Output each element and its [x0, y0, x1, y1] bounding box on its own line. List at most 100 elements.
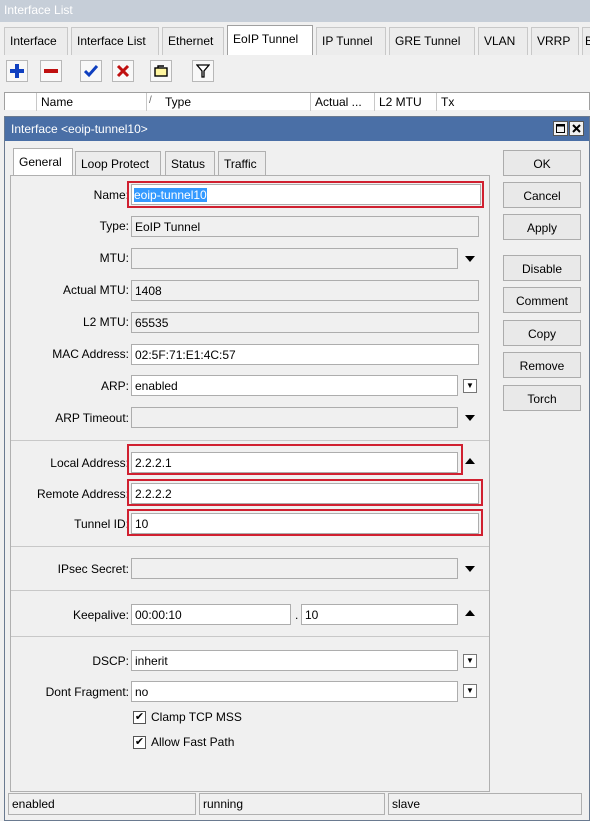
cancel-button[interactable]: Cancel [503, 182, 581, 208]
column-actual-mtu[interactable]: Actual ... [311, 93, 375, 111]
ipsec-secret-expand-icon[interactable] [465, 566, 475, 572]
dialog-title: Interface <eoip-tunnel10> [5, 117, 589, 141]
column-type[interactable]: Type [161, 93, 311, 111]
comment-button[interactable]: Comment [503, 287, 581, 313]
filter-button[interactable] [192, 60, 214, 82]
tab-ip-tunnel[interactable]: IP Tunnel [316, 27, 386, 55]
dscp-dropdown-icon[interactable]: ▼ [463, 654, 477, 668]
disable-icon [116, 64, 130, 78]
dscp-label: DSCP: [92, 654, 129, 668]
actual-mtu-field: 1408 [131, 280, 479, 301]
dont-fragment-label: Dont Fragment: [45, 685, 129, 699]
arp-select[interactable]: enabled [131, 375, 458, 396]
status-running: running [199, 793, 385, 815]
local-address-highlight-box [127, 444, 463, 475]
mtu-field[interactable] [131, 248, 458, 269]
keepalive-interval-field[interactable]: 00:00:10 [131, 604, 291, 625]
tab-general[interactable]: General [13, 148, 73, 176]
remote-address-highlight-box [127, 479, 483, 506]
maximize-button[interactable] [553, 121, 568, 136]
separator [11, 546, 489, 547]
keepalive-label: Keepalive: [72, 608, 129, 622]
comment-button[interactable] [150, 60, 172, 82]
type-label: Type: [99, 219, 129, 233]
tunnel-id-label: Tunnel ID: [74, 517, 129, 531]
column-l2-mtu[interactable]: L2 MTU [375, 93, 437, 111]
keepalive-collapse-icon[interactable] [465, 610, 475, 616]
dscp-select[interactable]: inherit [131, 650, 458, 671]
arp-timeout-expand-icon[interactable] [465, 415, 475, 421]
allow-fast-path-label: Allow Fast Path [151, 735, 235, 749]
column-header: Name / Type Actual ... L2 MTU Tx [4, 92, 590, 111]
interface-dialog: Interface <eoip-tunnel10> General Loop P… [4, 116, 590, 821]
add-icon [10, 64, 24, 78]
local-address-collapse-icon[interactable] [465, 458, 475, 464]
tab-loop-protect[interactable]: Loop Protect [75, 151, 161, 175]
l2-mtu-label: L2 MTU: [82, 315, 129, 329]
general-panel: Name: eoip-tunnel10 Type: EoIP Tunnel MT… [10, 175, 490, 792]
clamp-tcp-mss-label: Clamp TCP MSS [151, 710, 242, 724]
arp-timeout-field[interactable] [131, 407, 458, 428]
filter-icon [196, 64, 210, 78]
torch-button[interactable]: Torch [503, 385, 581, 411]
arp-timeout-label: ARP Timeout: [55, 411, 129, 425]
separator [11, 590, 489, 591]
clamp-tcp-mss-checkbox[interactable]: ✔ [133, 711, 146, 724]
remove-icon [44, 69, 58, 73]
tab-gre-tunnel[interactable]: GRE Tunnel [389, 27, 475, 55]
ok-button[interactable]: OK [503, 150, 581, 176]
close-icon [572, 124, 581, 133]
actual-mtu-label: Actual MTU: [62, 283, 129, 297]
enable-button[interactable] [80, 60, 102, 82]
tab-more[interactable]: B [582, 27, 590, 55]
mtu-label: MTU: [99, 251, 129, 265]
tab-ethernet[interactable]: Ethernet [162, 27, 224, 55]
remove-button[interactable] [40, 60, 62, 82]
remove-button[interactable]: Remove [503, 352, 581, 378]
keepalive-separator: . [295, 608, 299, 622]
mac-address-label: MAC Address: [52, 347, 129, 361]
comment-icon [154, 65, 168, 77]
enable-icon [84, 65, 98, 78]
separator [11, 636, 489, 637]
tab-interface[interactable]: Interface [4, 27, 68, 55]
column-name[interactable]: Name [37, 93, 147, 111]
apply-button[interactable]: Apply [503, 214, 581, 240]
toolbar [0, 58, 590, 88]
close-button[interactable] [569, 121, 584, 136]
separator [11, 440, 489, 441]
tab-status[interactable]: Status [165, 151, 215, 175]
tab-interface-list[interactable]: Interface List [71, 27, 159, 55]
outer-tab-bar: Interface Interface List Ethernet EoIP T… [0, 25, 590, 55]
tab-vrrp[interactable]: VRRP [531, 27, 579, 55]
remote-address-label: Remote Address: [36, 487, 129, 501]
disable-button[interactable] [112, 60, 134, 82]
type-field: EoIP Tunnel [131, 216, 479, 237]
keepalive-retries-field[interactable]: 10 [301, 604, 458, 625]
mtu-expand-icon[interactable] [465, 256, 475, 262]
window-title: Interface List [0, 0, 590, 22]
ipsec-secret-field[interactable] [131, 558, 458, 579]
maximize-icon [556, 124, 565, 133]
tab-vlan[interactable]: VLAN [478, 27, 528, 55]
copy-button[interactable]: Copy [503, 320, 581, 346]
arp-dropdown-icon[interactable]: ▼ [463, 379, 477, 393]
status-slave: slave [388, 793, 582, 815]
dont-fragment-select[interactable]: no [131, 681, 458, 702]
status-enabled: enabled [8, 793, 196, 815]
ipsec-secret-label: IPsec Secret: [57, 562, 129, 576]
local-address-label: Local Address: [50, 456, 129, 470]
tab-traffic[interactable]: Traffic [218, 151, 266, 175]
add-button[interactable] [6, 60, 28, 82]
allow-fast-path-checkbox[interactable]: ✔ [133, 736, 146, 749]
name-label: Name: [93, 188, 129, 202]
column-tx[interactable]: Tx [437, 93, 477, 111]
sort-indicator: / [149, 95, 152, 106]
mac-address-field[interactable]: 02:5F:71:E1:4C:57 [131, 344, 479, 365]
dont-fragment-dropdown-icon[interactable]: ▼ [463, 684, 477, 698]
column-check[interactable] [5, 93, 37, 111]
tunnel-id-highlight-box [127, 509, 483, 536]
disable-button[interactable]: Disable [503, 255, 581, 281]
name-highlight-box [127, 181, 484, 208]
tab-eoip-tunnel[interactable]: EoIP Tunnel [227, 25, 313, 55]
